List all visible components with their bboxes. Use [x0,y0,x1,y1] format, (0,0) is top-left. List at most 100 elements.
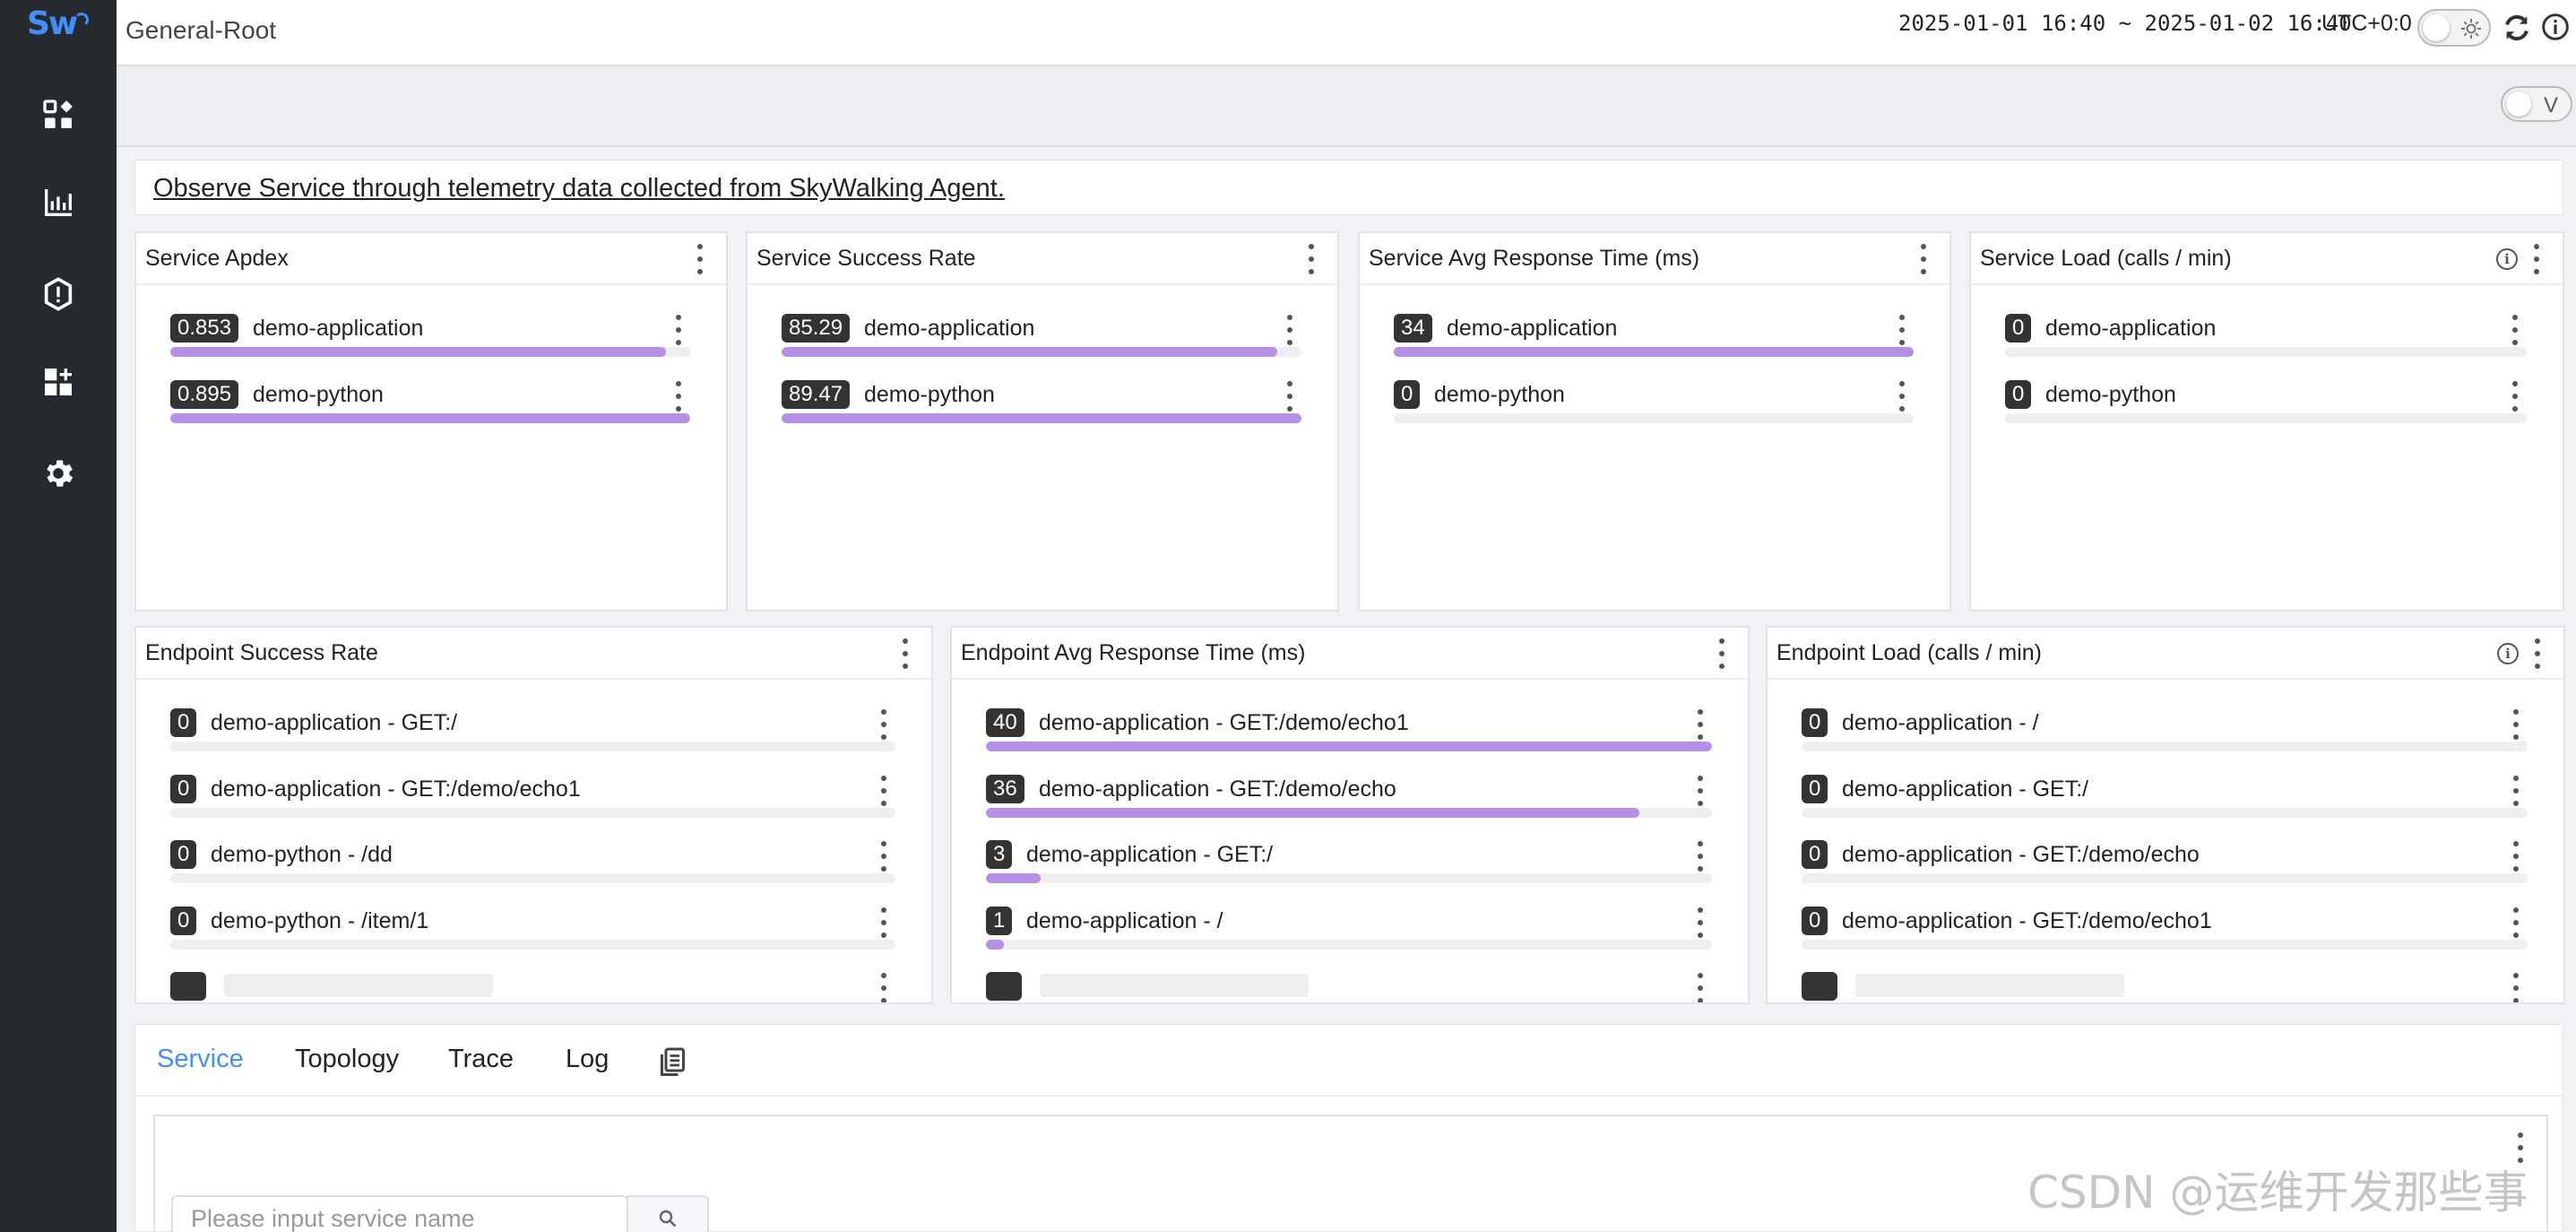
list-item[interactable]: 0 demo-application [2005,314,2527,364]
list-item[interactable]: 0 demo-application - / [1802,708,2528,759]
list-item[interactable]: 0 demo-application - GET:/demo/echo [1802,840,2528,890]
value-badge: 89.47 [782,379,851,409]
list-item[interactable]: 1 demo-application - / [986,906,1712,957]
value-badge: 0 [170,774,197,803]
value-badge: 0.853 [170,314,239,343]
list-item[interactable]: 3 demo-application - GET:/ [986,840,1712,890]
progress-fill [170,412,690,423]
progress-track [782,347,1301,357]
list-item[interactable]: 34 demo-application [1394,314,1914,364]
item-label: demo-application - GET:/ [1026,842,1274,867]
value-badge: 34 [1394,314,1432,343]
row-menu-icon[interactable] [2511,380,2520,412]
dashboard-icon[interactable] [36,180,81,225]
search-button[interactable] [627,1195,709,1232]
service-search-input[interactable] [171,1195,628,1232]
row-menu-icon[interactable] [879,973,888,1002]
widget-title: Service Success Rate [756,246,976,271]
watermark: CSDN @运维开发那些事 [2027,1167,2528,1219]
row-menu-icon[interactable] [1696,841,1705,872]
skywalking-logo[interactable]: Sw [27,5,90,42]
row-menu-icon[interactable] [2511,709,2520,740]
list-item[interactable]: 0 demo-application - GET:/ [1802,774,2528,825]
list-item[interactable]: 85.29 demo-application [782,314,1301,364]
list-item[interactable]: 0 demo-application - GET:/demo/echo1 [1802,906,2528,957]
row-menu-icon[interactable] [1897,315,1906,345]
value-badge: 0 [1802,708,1828,737]
row-menu-icon[interactable] [2511,315,2520,345]
settings-icon[interactable] [36,451,81,496]
row-menu-icon[interactable] [879,709,888,740]
list-item[interactable]: 0.895 demo-python [170,379,690,430]
row-menu-icon[interactable] [2511,841,2520,872]
view-mode-toggle[interactable]: V [2501,86,2572,122]
list-item[interactable]: 36 demo-application - GET:/demo/echo [986,774,1712,825]
row-menu-icon[interactable] [2511,775,2520,806]
refresh-icon[interactable] [2502,13,2532,43]
widget-menu-icon[interactable] [2532,244,2541,274]
widget-menu-icon[interactable] [696,244,705,274]
tab-log[interactable]: Log [566,1045,609,1074]
list-item[interactable]: 40 demo-application - GET:/demo/echo1 [986,708,1712,759]
row-menu-icon[interactable] [879,907,888,938]
widget-menu-icon[interactable] [1307,244,1316,274]
row-menu-icon[interactable] [1897,380,1906,412]
list-item[interactable]: 0 demo-python - /item/1 [170,906,895,957]
progress-track [1394,347,1914,357]
value-badge: 0 [170,840,197,869]
widget-menu-icon[interactable] [1919,244,1928,274]
row-menu-icon[interactable] [674,380,683,412]
progress-track [986,939,1712,950]
value-badge: 0 [170,708,197,737]
item-label: demo-application - GET:/ [211,710,458,735]
row-menu-icon[interactable] [674,315,683,345]
row-menu-icon[interactable] [1696,973,1705,1002]
list-item[interactable]: 0 demo-application - GET:/demo/echo1 [170,774,895,825]
list-item[interactable]: 0 demo-python [1394,379,1914,430]
row-menu-icon[interactable] [1696,775,1705,806]
value-badge: 0 [170,906,197,935]
list-item[interactable]: 89.47 demo-python [782,379,1301,430]
theme-toggle[interactable] [2417,9,2491,47]
row-menu-icon[interactable] [1696,709,1705,740]
widget-panel: Service Load (calls / min) i 0 demo-applica… [1969,231,2564,612]
value-badge: 0 [1802,840,1828,869]
tab-trace[interactable]: Trace [448,1045,514,1074]
list-item[interactable]: 0.853 demo-application [170,314,690,364]
row-menu-icon[interactable] [1285,380,1294,412]
row-menu-icon[interactable] [879,841,888,872]
copy-tab-icon[interactable] [655,1046,687,1079]
alarm-icon[interactable] [36,272,81,317]
custom-dashboard-icon[interactable] [36,360,81,404]
marketplace-icon[interactable] [36,92,81,137]
row-menu-icon[interactable] [879,775,888,806]
tab-bar: Service Topology Trace Log [135,1025,2563,1097]
list-item[interactable]: 0 demo-application - GET:/ [170,708,895,759]
timezone-label[interactable]: UTC+0:0 [2321,11,2412,37]
item-label: demo-application [2045,316,2217,341]
row-menu-icon[interactable] [1696,907,1705,938]
progress-track [1394,412,1914,423]
widget-panel: Endpoint Success Rate 0 demo-application -… [134,626,933,1004]
widget-menu-icon[interactable] [2533,638,2542,669]
info-icon[interactable]: i [2496,248,2518,270]
list-item-overflow [986,972,1712,1002]
toggle-knob [2423,14,2450,41]
tab-topology[interactable]: Topology [295,1045,399,1074]
intro-link[interactable]: Observe Service through telemetry data c… [153,174,1005,204]
row-menu-icon[interactable] [1285,315,1294,345]
widget-menu-icon[interactable] [1717,638,1726,669]
list-item[interactable]: 0 demo-python - /dd [170,840,895,890]
progress-track [986,742,1712,751]
item-label [1855,974,2124,997]
widget-menu-icon[interactable] [901,638,910,669]
info-icon[interactable] [2541,13,2570,41]
list-item[interactable]: 0 demo-python [2005,379,2527,430]
time-range-picker[interactable]: 2025-01-01 16:40 ~ 2025-01-02 16:40 [1898,11,2352,36]
row-menu-icon[interactable] [2511,907,2520,938]
tab-service[interactable]: Service [157,1045,244,1074]
info-icon[interactable]: i [2497,643,2519,664]
progress-track [170,412,690,423]
item-label: demo-application - GET:/demo/echo1 [1039,710,1409,735]
row-menu-icon[interactable] [2511,973,2520,1002]
